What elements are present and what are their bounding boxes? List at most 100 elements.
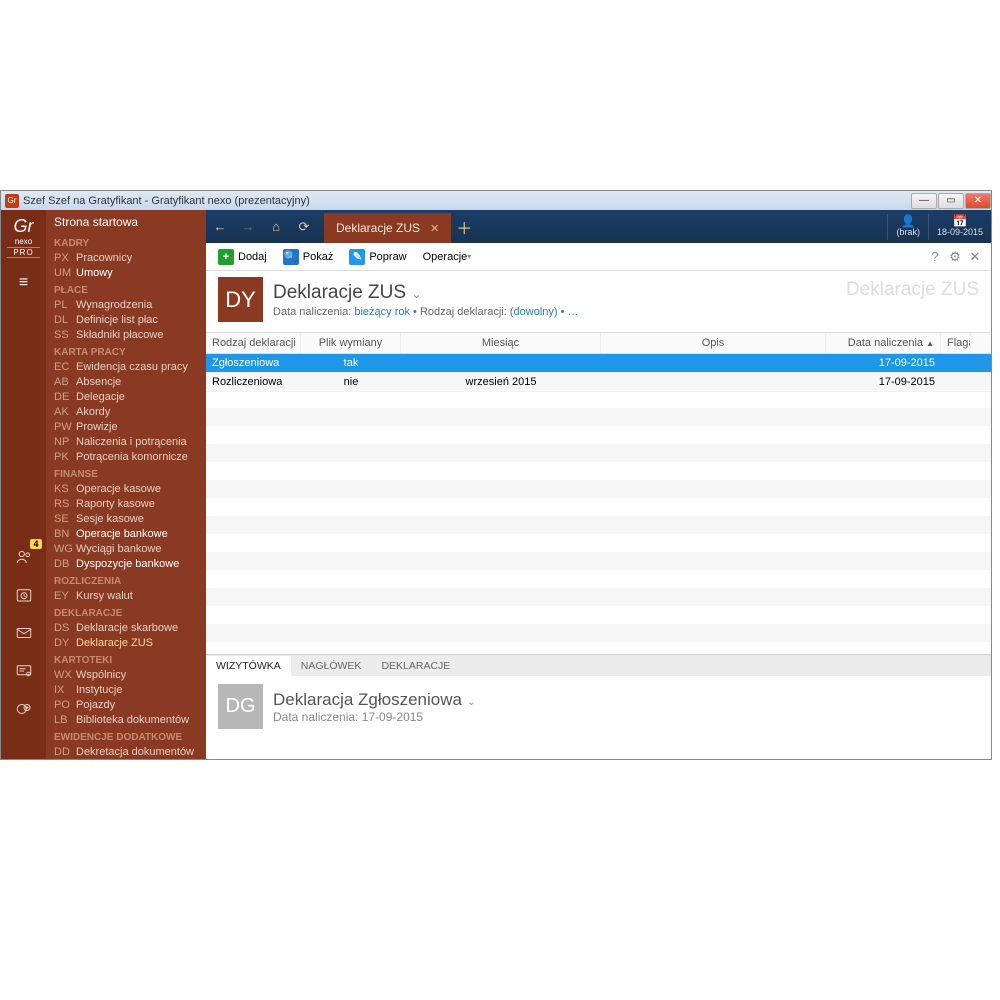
sidebar-item[interactable]: ABAbsencje [46,375,206,390]
sidebar-item-code: WX [54,669,76,682]
sidebar-item[interactable]: DLDefinicje list płac [46,313,206,328]
sidebar-item-label: Prowizje [76,421,118,434]
window-close-button[interactable]: ✕ [965,193,991,209]
sidebar-item[interactable]: DBDyspozycje bankowe [46,557,206,572]
sidebar-item[interactable]: UMUmowy [46,266,206,281]
table-cell [941,373,971,391]
sidebar-item-code: DL [54,314,76,327]
sidebar-item[interactable]: PKPotrącenia komornicze [46,450,206,465]
sidebar-item[interactable]: KSOperacje kasowe [46,482,206,497]
table-cell: 17-09-2015 [826,373,941,391]
detail-tab-card[interactable]: WIZYTÓWKA [206,656,291,676]
table-row[interactable]: Zgłoszeniowatak17-09-2015 [206,354,991,373]
nav-forward-icon[interactable]: → [234,210,262,243]
grid-header: Rodzaj deklaracji Plik wymiany Miesiąc O… [206,333,991,354]
sidebar-item[interactable]: RSRaporty kasowe [46,497,206,512]
sidebar-section: FINANSE [46,465,206,482]
sidebar-item-code: KS [54,483,76,496]
sidebar-item[interactable]: DDDekretacja dokumentów [46,745,206,759]
page-header: DY Deklaracje ZUS ⌄ Data naliczenia: bie… [206,271,991,332]
sidebar-item-label: Definicje list płac [76,314,158,327]
sidebar-item[interactable]: PXPracownicy [46,251,206,266]
add-module-icon[interactable] [8,693,40,725]
toolbar-edit-button[interactable]: ✎Popraw [343,246,412,268]
table-row[interactable]: Rozliczeniowaniewrzesień 201517-09-2015 [206,373,991,392]
sidebar-item-label: Deklaracje ZUS [76,637,153,650]
menu-toggle-icon[interactable]: ≡ [9,268,38,298]
column-header[interactable]: Flaga [941,333,971,353]
sidebar-item[interactable]: BNOperacje bankowe [46,527,206,542]
tab-active[interactable]: Deklaracje ZUS ✕ [324,213,451,243]
toolbar-operations-button[interactable]: Operacje ▾ [417,248,478,266]
schedule-icon[interactable] [8,579,40,611]
sidebar-item-label: Umowy [76,267,113,280]
sidebar-item[interactable]: DEDelegacje [46,390,206,405]
sidebar-item[interactable]: SSSkładniki płacowe [46,328,206,343]
certificate-icon[interactable] [8,655,40,687]
status-user[interactable]: 👤 (brak) [887,214,928,240]
sidebar-start-page[interactable]: Strona startowa [46,210,206,234]
users-icon[interactable]: 4 [8,541,40,573]
sidebar-item-code: RS [54,498,76,511]
column-header[interactable]: Rodzaj deklaracji [206,333,301,353]
status-date[interactable]: 📅 18-09-2015 [928,214,991,240]
sidebar-item-label: Deklaracje skarbowe [76,622,178,635]
mail-icon[interactable] [8,617,40,649]
app-logo: Gr nexo PRO [1,210,46,260]
sidebar-item-label: Pracownicy [76,252,132,265]
help-icon[interactable]: ? [925,249,945,264]
sidebar-item[interactable]: LBBiblioteka dokumentów [46,713,206,728]
sidebar-item-code: DS [54,622,76,635]
page-title[interactable]: Deklaracje ZUS ⌄ [273,282,579,304]
sidebar-item[interactable]: ECEwidencja czasu pracy [46,360,206,375]
detail-tab-declarations[interactable]: DEKLARACJE [371,656,460,676]
sidebar-item[interactable]: DYDeklaracje ZUS [46,636,206,651]
nav-refresh-icon[interactable]: ⟳ [290,210,318,243]
detail-subtitle: Data naliczenia: 17-09-2015 [273,710,476,724]
filter-date-link[interactable]: bieżący rok [354,306,410,318]
sidebar-item-code: DE [54,391,76,404]
sidebar-item-label: Akordy [76,406,110,419]
tab-add-icon[interactable]: ＋ [451,210,477,243]
settings-icon[interactable]: ⚙ [945,249,965,265]
sidebar-section: ROZLICZENIA [46,572,206,589]
window-minimize-button[interactable]: ― [911,193,937,209]
detail-title[interactable]: Deklaracja Zgłoszeniowa ⌄ [273,690,476,710]
sidebar-item[interactable]: AKAkordy [46,405,206,420]
sidebar-item[interactable]: WGWyciągi bankowe [46,542,206,557]
detail-tab-header[interactable]: NAGŁÓWEK [291,656,372,676]
column-header[interactable]: Miesiąc [401,333,601,353]
sidebar-item-label: Instytucje [76,684,122,697]
sidebar-item[interactable]: SESesje kasowe [46,512,206,527]
edit-icon: ✎ [349,249,365,265]
column-header[interactable]: Data naliczenia ▲ [826,333,941,353]
page-watermark: Deklaracje ZUS [846,279,979,301]
table-cell: tak [301,354,401,372]
sidebar-item-label: Operacje bankowe [76,528,168,541]
sidebar-item[interactable]: PWProwizje [46,420,206,435]
window-title: Szef Szef na Gratyfikant - Gratyfikant n… [23,195,910,207]
sidebar-item[interactable]: DSDeklaracje skarbowe [46,621,206,636]
filter-type-link[interactable]: (dowolny) [510,306,558,318]
tab-close-icon[interactable]: ✕ [430,222,439,235]
sidebar-item[interactable]: IXInstytucje [46,683,206,698]
nav-back-icon[interactable]: ← [206,210,234,243]
sidebar-item[interactable]: WXWspólnicy [46,668,206,683]
column-header[interactable]: Opis [601,333,826,353]
sidebar-item[interactable]: PLWynagrodzenia [46,298,206,313]
content-area: ← → ⌂ ⟳ Deklaracje ZUS ✕ ＋ 👤 (brak) 📅 [206,210,991,759]
sidebar-item[interactable]: POPojazdy [46,698,206,713]
column-header[interactable]: Plik wymiany [301,333,401,353]
sidebar-item[interactable]: EYKursy walut [46,589,206,604]
nav-home-icon[interactable]: ⌂ [262,210,290,243]
table-cell: 17-09-2015 [826,354,941,372]
window-maximize-button[interactable]: ▭ [938,193,964,209]
sidebar-item-code: PL [54,299,76,312]
toolbar-show-button[interactable]: 🔍Pokaż [277,246,340,268]
panel-close-icon[interactable]: ✕ [965,249,985,265]
sidebar-item-label: Biblioteka dokumentów [76,714,189,727]
sidebar-section: KADRY [46,234,206,251]
filter-more-link[interactable]: … [568,306,579,318]
sidebar-item[interactable]: NPNaliczenia i potrącenia [46,435,206,450]
toolbar-add-button[interactable]: +Dodaj [212,246,273,268]
